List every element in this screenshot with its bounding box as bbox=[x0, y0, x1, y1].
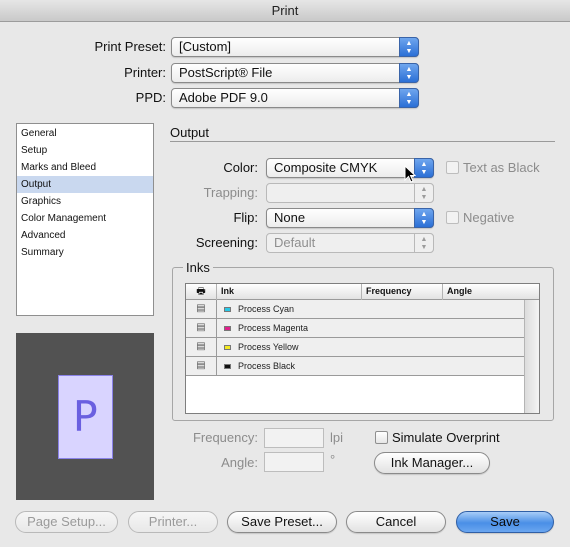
angle-unit: ° bbox=[330, 452, 336, 467]
print-preset-label: Print Preset: bbox=[94, 39, 166, 54]
text-as-black-checkbox[interactable] bbox=[446, 161, 459, 174]
sidebar-item-general[interactable]: General bbox=[17, 125, 153, 142]
print-toggle-icon[interactable]: ▤ bbox=[186, 300, 217, 318]
color-value: Composite CMYK bbox=[274, 160, 378, 175]
popup-arrows-icon: ▲ ▼ bbox=[399, 63, 419, 83]
simulate-overprint-label: Simulate Overprint bbox=[392, 430, 500, 445]
column-header-angle[interactable]: Angle bbox=[443, 284, 539, 300]
save-button[interactable]: Save bbox=[456, 511, 554, 533]
ppd-label: PPD: bbox=[135, 90, 166, 105]
simulate-overprint-checkbox[interactable] bbox=[375, 431, 388, 444]
print-toggle-icon[interactable]: ▤ bbox=[186, 357, 217, 375]
sidebar-item-graphics[interactable]: Graphics bbox=[17, 193, 153, 210]
ink-name: Process Cyan bbox=[238, 304, 295, 314]
sidebar-item-marks-and-bleed[interactable]: Marks and Bleed bbox=[17, 159, 153, 176]
frequency-label: Frequency: bbox=[192, 430, 258, 445]
ink-name: Process Magenta bbox=[238, 323, 309, 333]
flip-label: Flip: bbox=[233, 210, 258, 225]
color-label: Color: bbox=[223, 160, 258, 175]
angle-label: Angle: bbox=[221, 455, 258, 470]
popup-arrows-icon: ▲ ▼ bbox=[414, 233, 434, 253]
ppd-popup[interactable]: Adobe PDF 9.0 ▲ ▼ bbox=[171, 88, 419, 108]
printer-value: PostScript® File bbox=[179, 65, 273, 80]
screening-popup[interactable]: Default ▲ ▼ bbox=[266, 233, 434, 253]
window-title: Print bbox=[0, 0, 570, 22]
ppd-value: Adobe PDF 9.0 bbox=[179, 90, 268, 105]
popup-arrows-icon: ▲ ▼ bbox=[414, 183, 434, 203]
printer-icon: 🖶 bbox=[186, 284, 217, 300]
print-dialog: Print Print Preset: [Custom] ▲ ▼ Printer:… bbox=[0, 0, 570, 547]
print-preset-popup[interactable]: [Custom] ▲ ▼ bbox=[171, 37, 419, 57]
frequency-field[interactable] bbox=[264, 428, 324, 448]
angle-field[interactable] bbox=[264, 452, 324, 472]
popup-arrows-icon: ▲ ▼ bbox=[414, 208, 434, 228]
table-row[interactable]: ▤ Process Cyan bbox=[186, 300, 524, 319]
table-row[interactable]: ▤ Process Black bbox=[186, 357, 524, 376]
inks-table: 🖶 Ink Frequency Angle ▤ Process Cyan ▤ P… bbox=[185, 283, 540, 414]
category-list: General Setup Marks and Bleed Output Gra… bbox=[16, 123, 154, 316]
table-row[interactable]: ▤ Process Magenta bbox=[186, 319, 524, 338]
section-divider bbox=[170, 141, 555, 142]
ink-manager-button[interactable]: Ink Manager... bbox=[374, 452, 490, 474]
column-header-frequency[interactable]: Frequency bbox=[362, 284, 443, 300]
sidebar-item-output[interactable]: Output bbox=[17, 176, 153, 193]
output-section-title: Output bbox=[170, 125, 210, 140]
negative-label: Negative bbox=[463, 210, 515, 225]
flip-value: None bbox=[274, 210, 306, 225]
preview-page-letter: P bbox=[72, 392, 99, 441]
sidebar-item-setup[interactable]: Setup bbox=[17, 142, 153, 159]
printer-popup[interactable]: PostScript® File ▲ ▼ bbox=[171, 63, 419, 83]
ink-swatch bbox=[224, 307, 231, 312]
popup-arrows-icon: ▲ ▼ bbox=[414, 158, 434, 178]
column-header-ink[interactable]: Ink bbox=[217, 284, 362, 300]
sidebar-item-advanced[interactable]: Advanced bbox=[17, 227, 153, 244]
popup-arrows-icon: ▲ ▼ bbox=[399, 88, 419, 108]
frequency-unit: lpi bbox=[330, 430, 344, 445]
print-preset-value: [Custom] bbox=[179, 39, 232, 54]
page-preview: P bbox=[16, 333, 154, 500]
flip-popup[interactable]: None ▲ ▼ bbox=[266, 208, 434, 228]
sidebar-item-summary[interactable]: Summary bbox=[17, 244, 153, 261]
ink-swatch bbox=[224, 364, 231, 369]
ink-swatch bbox=[224, 326, 231, 331]
popup-arrows-icon: ▲ ▼ bbox=[399, 37, 419, 57]
negative-checkbox[interactable] bbox=[446, 211, 459, 224]
ink-swatch bbox=[224, 345, 231, 350]
page-setup-button[interactable]: Page Setup... bbox=[15, 511, 118, 533]
mouse-pointer-icon bbox=[404, 165, 416, 183]
inks-group-title: Inks bbox=[183, 260, 213, 275]
cancel-button[interactable]: Cancel bbox=[346, 511, 446, 533]
print-toggle-icon[interactable]: ▤ bbox=[186, 319, 217, 337]
ink-name: Process Yellow bbox=[238, 342, 299, 352]
inks-table-scrollbar[interactable] bbox=[524, 300, 539, 413]
table-row[interactable]: ▤ Process Yellow bbox=[186, 338, 524, 357]
trapping-popup[interactable]: ▲ ▼ bbox=[266, 183, 434, 203]
inks-table-header: 🖶 Ink Frequency Angle bbox=[186, 284, 539, 300]
sidebar-item-color-management[interactable]: Color Management bbox=[17, 210, 153, 227]
screening-value: Default bbox=[274, 235, 316, 250]
printer-label: Printer: bbox=[124, 65, 166, 80]
trapping-label: Trapping: bbox=[203, 185, 258, 200]
preview-page-icon: P bbox=[58, 375, 113, 459]
save-preset-button[interactable]: Save Preset... bbox=[227, 511, 337, 533]
text-as-black-label: Text as Black bbox=[463, 160, 540, 175]
print-toggle-icon[interactable]: ▤ bbox=[186, 338, 217, 356]
screening-label: Screening: bbox=[195, 235, 258, 250]
ink-name: Process Black bbox=[238, 361, 296, 371]
printer-button[interactable]: Printer... bbox=[128, 511, 218, 533]
